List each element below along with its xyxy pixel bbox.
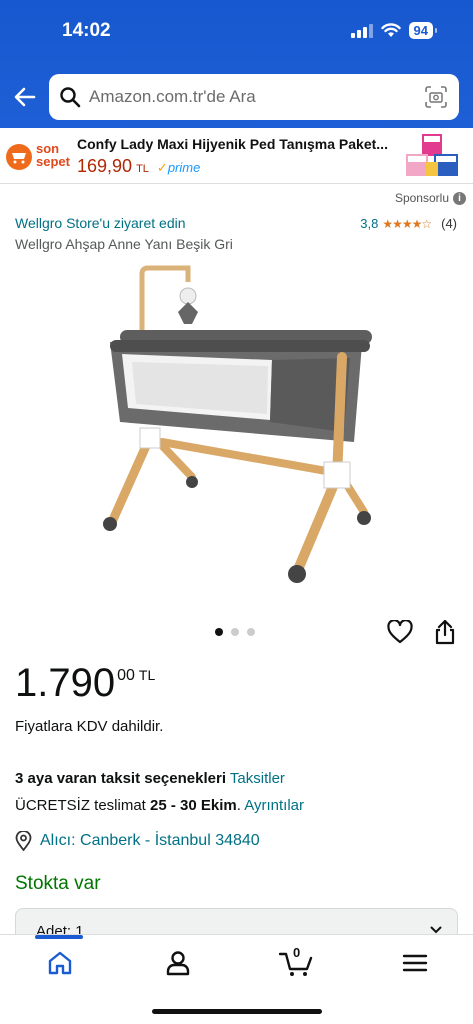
ad-price-currency: TL — [136, 163, 149, 175]
account-icon[interactable] — [164, 949, 192, 977]
carousel-dot[interactable] — [231, 628, 239, 636]
back-arrow-icon[interactable] — [12, 84, 38, 110]
status-time: 14:02 — [62, 20, 111, 41]
sonsepet-logo: son sepet — [6, 140, 76, 172]
installment-text: 3 aya varan taksit seçenekleri — [15, 770, 226, 787]
battery-icon: 94 — [408, 22, 438, 39]
image-carousel-dots[interactable] — [215, 628, 255, 636]
cart-logo-icon — [6, 144, 32, 170]
vat-note: Fiyatlara KDV dahildir. — [15, 718, 164, 735]
product-price: 1.790 00 TL — [15, 659, 155, 707]
stock-status: Stokta var — [15, 873, 101, 894]
signal-icon — [350, 23, 373, 38]
cart-count: 0 — [293, 945, 301, 960]
sponsored-ad-banner[interactable]: son sepet Confy Lady Maxi Hijyenik Ped T… — [0, 128, 473, 184]
location-pin-icon — [15, 831, 32, 851]
heart-icon[interactable] — [387, 620, 413, 644]
carousel-dot[interactable] — [215, 628, 223, 636]
rating-value: 3,8 — [360, 216, 379, 231]
price-fraction: 00 — [117, 667, 135, 684]
store-link[interactable]: Wellgro Store'u ziyaret edin — [15, 215, 186, 231]
product-rating[interactable]: 3,8 ★★★★☆ (4) — [360, 216, 457, 231]
info-icon[interactable]: i — [453, 191, 466, 205]
rating-count: (4) — [441, 216, 457, 231]
installment-info: 3 aya varan taksit seçenekleri Taksitler — [15, 770, 285, 787]
home-icon[interactable] — [46, 949, 74, 977]
camera-scan-icon[interactable] — [425, 86, 447, 108]
active-tab-indicator — [35, 935, 83, 939]
product-title: Wellgro Ahşap Anne Yanı Beşik Gri — [15, 236, 233, 252]
status-icons: 94 — [350, 22, 438, 39]
price-currency: TL — [138, 667, 156, 683]
ad-price: 169,90 TL ✓prime — [77, 156, 200, 177]
menu-icon[interactable] — [401, 949, 429, 977]
ad-product-image[interactable] — [404, 132, 462, 180]
installment-link[interactable]: Taksitler — [230, 770, 285, 787]
cart-button[interactable]: 0 — [278, 945, 313, 977]
star-rating-icon: ★★★★☆ — [382, 216, 432, 231]
home-indicator — [152, 1009, 322, 1014]
delivery-info: ÜCRETSİZ teslimat 25 - 30 Ekim. Ayrıntıl… — [15, 797, 305, 814]
search-input[interactable]: Amazon.com.tr'de Ara — [49, 74, 459, 120]
carousel-dot[interactable] — [247, 628, 255, 636]
product-image[interactable] — [92, 262, 384, 592]
app-header: 14:02 94 Amazon.com.tr'de Ara — [0, 0, 473, 128]
price-main: 1.790 — [15, 661, 116, 705]
location-text: Alıcı: Canberk - İstanbul 34840 — [40, 832, 260, 849]
ad-title[interactable]: Confy Lady Maxi Hijyenik Ped Tanışma Pak… — [77, 136, 397, 152]
prime-badge: ✓prime — [156, 160, 201, 175]
delivery-prefix: ÜCRETSİZ teslimat — [15, 797, 146, 814]
wifi-icon — [380, 23, 401, 37]
delivery-location[interactable]: Alıcı: Canberk - İstanbul 34840 — [15, 831, 260, 851]
search-placeholder: Amazon.com.tr'de Ara — [89, 87, 256, 106]
search-icon — [60, 87, 81, 108]
share-icon[interactable] — [434, 619, 456, 645]
brand-line2: sepet — [36, 154, 70, 169]
delivery-details-link[interactable]: Ayrıntılar — [244, 797, 304, 814]
ad-price-value: 169,90 — [77, 156, 133, 176]
delivery-dates: 25 - 30 Ekim — [150, 797, 237, 814]
sponsored-label[interactable]: Sponsorlu i — [395, 191, 466, 205]
